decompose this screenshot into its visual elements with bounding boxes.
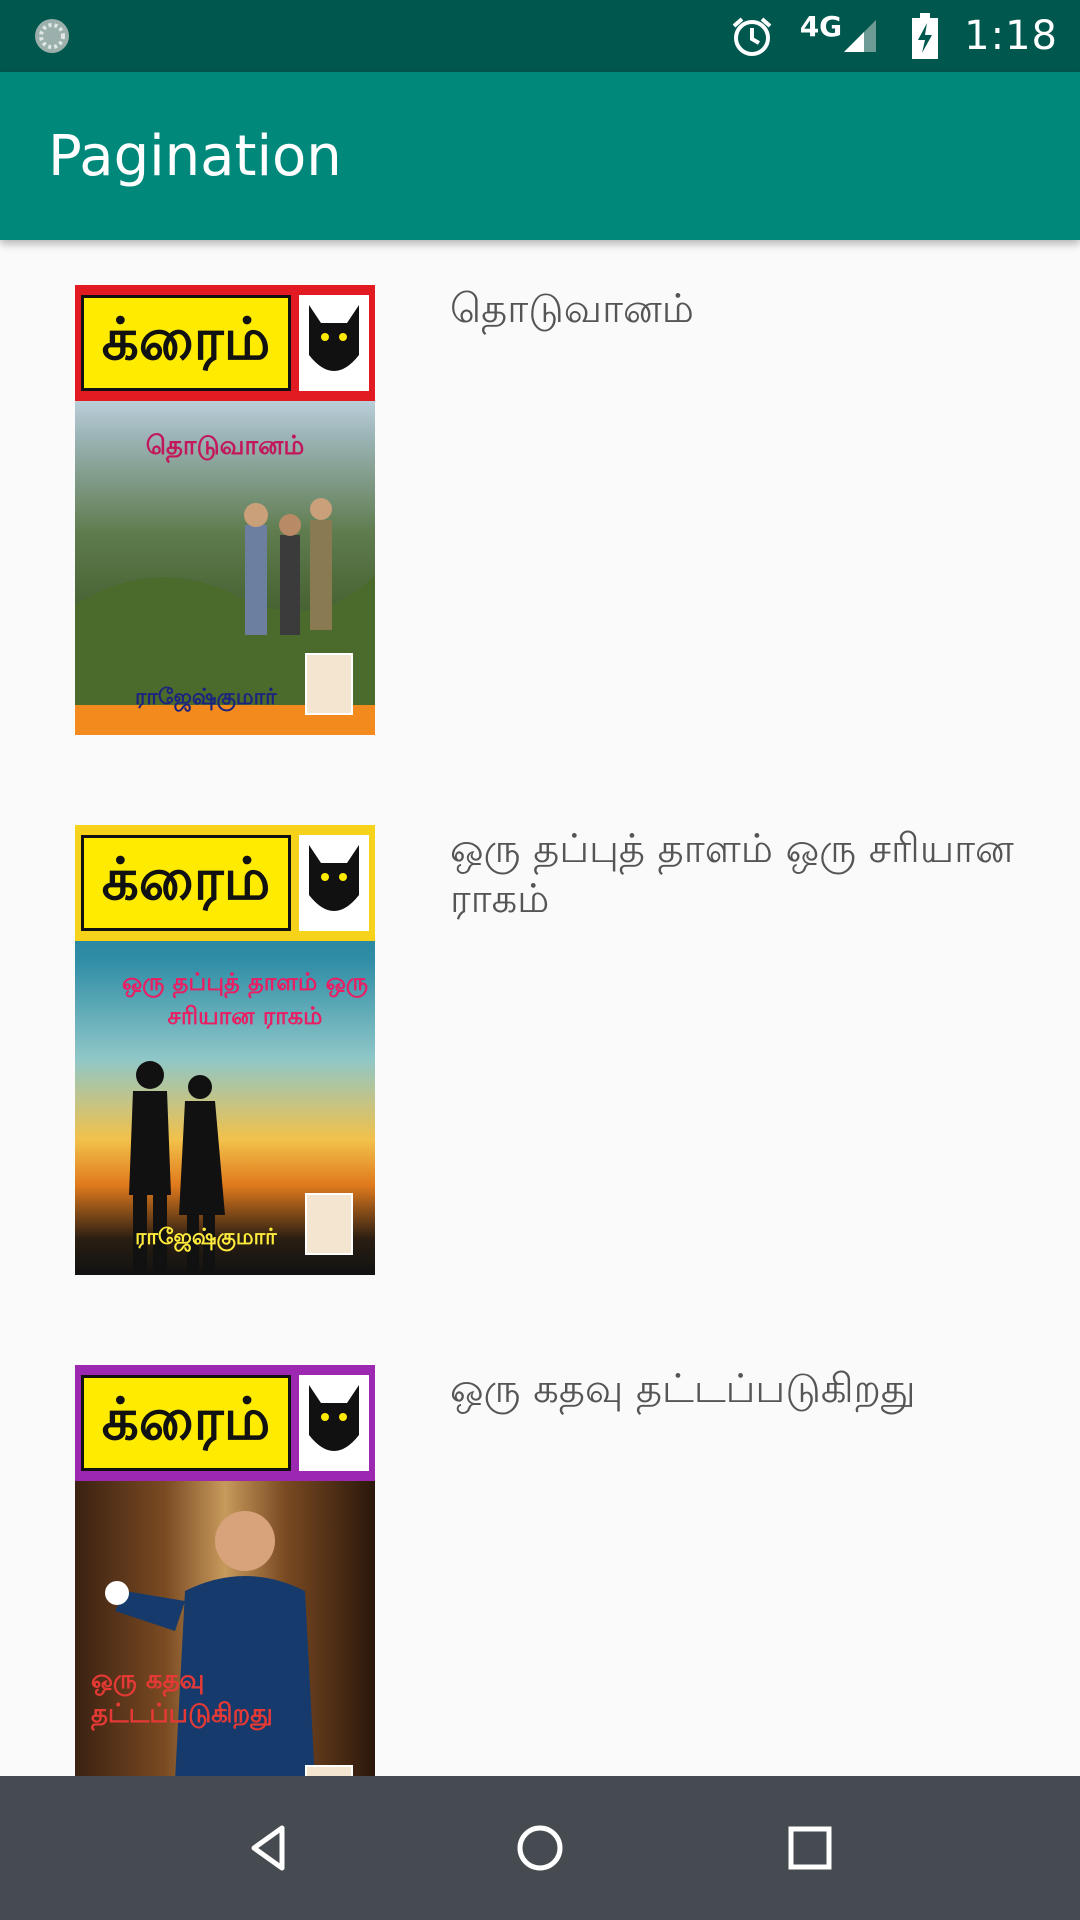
status-icons: 4G 1:18 [716, 0, 1058, 72]
cover-author-text: ராஜேஷ்குமார் [135, 1225, 277, 1250]
app-title: Pagination [48, 124, 342, 189]
cover-logo: க்ரைம் [75, 1365, 375, 1481]
signal-icon [844, 20, 877, 52]
cat-icon [299, 835, 369, 931]
book-list[interactable]: க்ரைம் தொடுவானம் ராஜேஷ்குமார் தொடுவானம் … [0, 240, 1080, 1776]
book-title: ஒரு தப்புத் தாளம் ஒரு சரியான ராகம் [450, 826, 1014, 922]
cover-title-text: தொடுவானம் [145, 431, 305, 461]
app-bar: Pagination [0, 72, 1080, 240]
home-icon[interactable] [512, 1820, 568, 1876]
book-cover-image: க்ரைம் ஒரு கதவு தட்டப்படுகிறது [75, 1365, 375, 1776]
cat-icon [299, 1375, 369, 1471]
cover-logo-text: க்ரைம் [81, 835, 291, 931]
list-item[interactable]: க்ரைம் தொடுவானம் ராஜேஷ்குமார் தொடுவானம் [0, 240, 1080, 780]
clock-time: 1:18 [964, 13, 1058, 59]
cover-logo: க்ரைம் [75, 285, 375, 401]
loading-icon [35, 19, 69, 53]
waiter-illustration [105, 1511, 315, 1776]
alarm-icon [732, 17, 772, 56]
cover-logo: க்ரைம் [75, 825, 375, 941]
book-title: தொடுவானம் [450, 286, 694, 332]
recents-icon[interactable] [782, 1820, 838, 1876]
cat-icon [299, 295, 369, 391]
cover-logo-text: க்ரைம் [81, 1375, 291, 1471]
book-cover-image: க்ரைம் தொடுவானம் ராஜேஷ்குமார் [75, 285, 375, 735]
author-photo [305, 1765, 353, 1776]
cover-logo-text: க்ரைம் [81, 295, 291, 391]
book-cover-image: க்ரைம் ஒரு தப்புத் தாளம் ஒரு சரியான ராகம… [75, 825, 375, 1275]
battery-charging-icon [912, 13, 939, 59]
list-item[interactable]: க்ரைம் ஒரு தப்புத் தாளம் ஒரு சரியான ராகம… [0, 780, 1080, 1320]
author-photo [305, 1193, 353, 1255]
network-type-label: 4G [799, 9, 843, 43]
status-bar: 4G 1:18 [0, 0, 1080, 72]
back-icon[interactable] [242, 1820, 298, 1876]
book-title: ஒரு கதவு தட்டப்படுகிறது [450, 1366, 916, 1412]
cover-title-text: ஒரு கதவு தட்டப்படுகிறது [91, 1665, 273, 1729]
navigation-bar [0, 1776, 1080, 1920]
author-photo [305, 653, 353, 715]
cover-author-text: ராஜேஷ்குமார் [135, 685, 277, 710]
list-item[interactable]: க்ரைம் ஒரு கதவு தட்டப்படுகிறது ஒரு கதவு … [0, 1320, 1080, 1776]
